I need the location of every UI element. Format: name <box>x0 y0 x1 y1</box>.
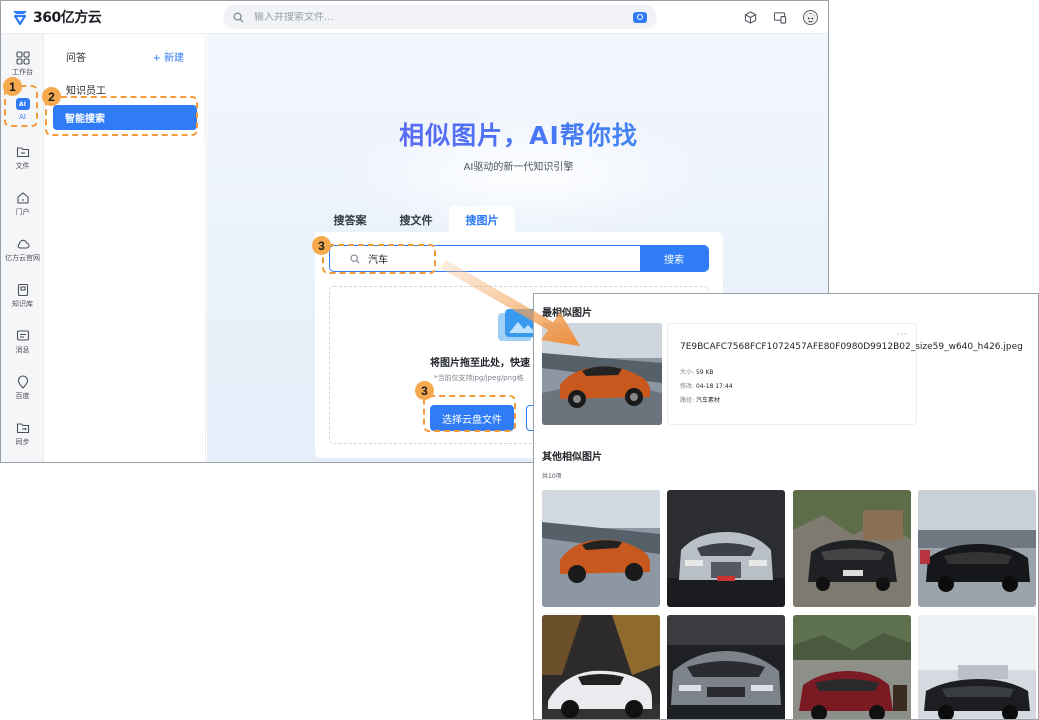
avatar[interactable] <box>802 9 818 25</box>
nav-label: 知识库 <box>12 300 33 308</box>
folder-icon <box>16 147 29 158</box>
best-match-image[interactable] <box>542 323 662 425</box>
step2-badge: 2 <box>42 87 61 106</box>
modified-label: 修改: <box>680 383 695 390</box>
other-matches-heading: 其他相似图片 <box>542 452 602 463</box>
step3-badge-search: 3 <box>312 236 331 255</box>
grid-icon <box>15 51 30 65</box>
panel-item-knowledge-employee[interactable]: 知识员工 <box>66 82 106 97</box>
panel-heading: 问答 <box>66 53 86 64</box>
book-icon <box>17 283 28 297</box>
home-icon <box>16 192 29 204</box>
size-value: 59 KB <box>695 369 714 376</box>
file-name[interactable]: 7E9BCAFC7568FCF1072457AFE80F0980D9912B02… <box>680 342 1023 352</box>
search-icon <box>233 12 244 23</box>
device-icon[interactable] <box>772 9 788 25</box>
global-search[interactable] <box>223 5 657 29</box>
tab-search-answers[interactable]: 搜答案 <box>317 206 383 234</box>
best-match-heading: 最相似图片 <box>542 308 592 319</box>
more-options[interactable]: ··· <box>896 330 908 340</box>
nav-label: 文件 <box>15 162 30 170</box>
hero-title: 相似图片，AI帮你找 <box>207 116 828 152</box>
sync-folder-icon <box>16 423 29 434</box>
nav-label: 亿方云官网 <box>5 254 40 262</box>
top-icons <box>742 9 818 25</box>
new-button[interactable]: + 新建 <box>152 49 184 64</box>
cloud-icon <box>17 239 30 249</box>
modified-value: 04-18 17:44 <box>695 383 733 390</box>
car-image <box>542 323 662 425</box>
message-icon <box>16 330 29 341</box>
nav-label: 同步 <box>15 438 30 446</box>
path-value: 汽车素材 <box>695 397 720 404</box>
step3-search-highlight <box>322 244 436 274</box>
nav-item-sync[interactable]: 同步 <box>1 421 44 447</box>
hero-subtitle: AI驱动的新一代知识引擎 <box>463 162 574 173</box>
result-window: 最相似图片 ··· 7E9BCAFC7568FCF1072457AFE80F09… <box>533 293 1039 720</box>
result-count: 共10项 <box>542 473 562 480</box>
nav-item-website[interactable]: 亿方云官网 <box>1 237 44 263</box>
camera-icon[interactable] <box>633 11 647 23</box>
similar-image[interactable] <box>918 490 1036 607</box>
nav-item-knowledge[interactable]: 知识库 <box>1 283 44 309</box>
search-tabs: 搜答案 搜文件 搜图片 <box>317 206 515 234</box>
similar-image[interactable] <box>793 615 911 719</box>
similar-image[interactable] <box>667 615 785 719</box>
file-modified-row: 修改: 04-18 17:44 <box>680 381 733 390</box>
tab-search-images[interactable]: 搜图片 <box>449 206 515 234</box>
nav-item-portal[interactable]: 门户 <box>1 191 44 217</box>
cube-icon[interactable] <box>742 9 758 25</box>
similar-image[interactable] <box>793 490 911 607</box>
similar-image[interactable] <box>667 490 785 607</box>
logo: 360亿方云 <box>11 7 102 27</box>
logo-icon <box>13 11 27 26</box>
path-label: 路径: <box>680 397 695 404</box>
nav-label: 门户 <box>15 208 30 216</box>
step3-badge-choose: 3 <box>415 381 434 400</box>
tab-search-files[interactable]: 搜文件 <box>383 206 449 234</box>
nav-label: 百度 <box>15 392 30 400</box>
nav-item-workbench[interactable]: 工作台 <box>1 51 44 77</box>
step3-choose-highlight <box>423 395 516 432</box>
nav-item-baidu[interactable]: 百度 <box>1 375 44 401</box>
stage: 360亿方云 输入并搜索文件... 工作台 AI AI 文件 门户 亿方云官网 … <box>0 0 1039 720</box>
nav-item-files[interactable]: 文件 <box>1 145 44 171</box>
step1-badge: 1 <box>3 77 22 96</box>
nav-label: 消息 <box>15 346 30 354</box>
similar-image[interactable] <box>542 490 660 607</box>
step2-highlight <box>45 96 198 136</box>
nav-label: 工作台 <box>12 68 33 76</box>
logo-text: 360亿方云 <box>33 10 102 26</box>
drop-hint: 将图片拖至此处，快速 <box>430 358 530 369</box>
similar-image[interactable] <box>918 615 1036 719</box>
file-path-row: 路径: 汽车素材 <box>680 395 720 404</box>
search-button[interactable]: 搜索 <box>640 246 708 271</box>
similar-image[interactable] <box>542 615 660 719</box>
top-bar: 360亿方云 <box>1 1 828 34</box>
global-search-input[interactable] <box>254 11 633 23</box>
format-note: *当前仅支持jpg/jpeg/png格 <box>434 374 524 382</box>
nav-item-messages[interactable]: 消息 <box>1 329 44 355</box>
size-label: 大小: <box>680 369 695 376</box>
location-icon <box>17 375 28 389</box>
file-size-row: 大小: 59 KB <box>680 367 714 376</box>
